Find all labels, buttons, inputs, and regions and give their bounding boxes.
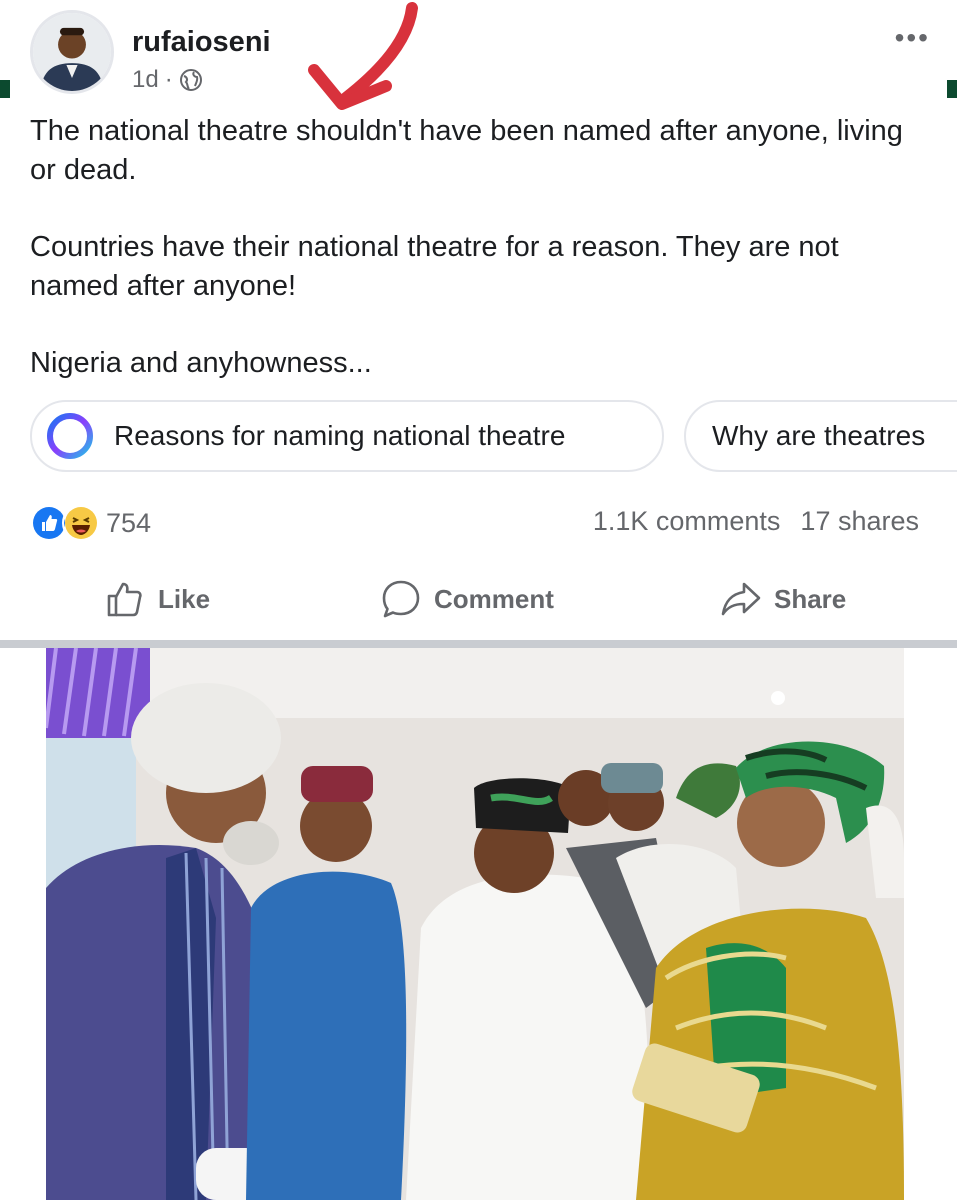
reaction-summary[interactable]: 754 (30, 504, 151, 542)
post-meta: 1d · (132, 66, 203, 94)
share-label: Share (774, 583, 847, 614)
shares-count[interactable]: 17 shares (800, 506, 919, 537)
post-paragraph: Nigeria and anyhowness... (30, 347, 372, 379)
meta-dot: · (164, 66, 173, 93)
thumbs-up-icon (107, 582, 142, 617)
post-divider (0, 640, 957, 648)
comment-label: Comment (434, 583, 554, 614)
like-label: Like (158, 583, 211, 614)
action-bar: Like Comment Share (0, 570, 957, 628)
suggestion-chips: Reasons for naming national theatre Why … (30, 400, 957, 476)
left-edge-marker (0, 80, 10, 98)
comments-count[interactable]: 1.1K comments (593, 506, 781, 537)
ai-ring-icon (47, 413, 93, 459)
suggestion-chip[interactable]: Why are theatres (684, 400, 957, 472)
engagement-stats: 1.1K comments 17 shares (593, 506, 919, 537)
post-body: The national theatre shouldn't have been… (30, 112, 920, 421)
post-paragraph: Countries have their national theatre fo… (30, 231, 839, 302)
avatar[interactable] (30, 10, 114, 94)
share-icon (721, 582, 761, 616)
post-photo[interactable] (46, 648, 904, 1200)
suggestion-label: Reasons for naming national theatre (114, 420, 566, 451)
post-header: rufaioseni 1d · ••• (30, 10, 930, 100)
author-name[interactable]: rufaioseni (132, 26, 271, 59)
right-edge-marker (947, 80, 957, 98)
comment-button[interactable]: Comment (380, 578, 554, 620)
share-button[interactable]: Share (720, 578, 846, 620)
globe-icon (179, 69, 202, 91)
post-time[interactable]: 1d (132, 66, 159, 94)
suggestion-label: Why are theatres (712, 420, 926, 451)
post-paragraph: The national theatre shouldn't have been… (30, 115, 903, 186)
like-button[interactable]: Like (104, 578, 210, 620)
more-icon[interactable]: ••• (895, 22, 930, 54)
haha-reaction-icon (62, 504, 100, 542)
comment-icon (382, 580, 420, 618)
suggestion-chip[interactable]: Reasons for naming national theatre (30, 400, 664, 472)
annotation-arrow-icon (308, 2, 418, 110)
reaction-count: 754 (106, 507, 152, 538)
